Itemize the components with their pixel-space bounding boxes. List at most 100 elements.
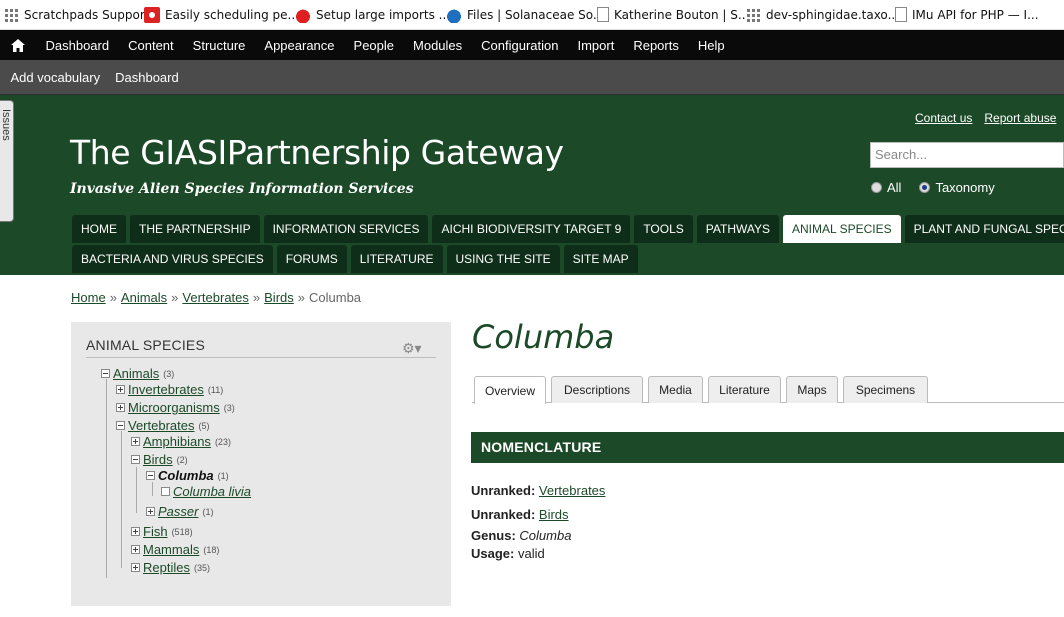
tree-node[interactable]: Microorganisms (3) [116,400,235,415]
nav-tab-site-map[interactable]: SITE MAP [563,245,638,273]
expand-icon[interactable] [131,527,140,536]
field-value-link[interactable]: Birds [539,507,569,522]
tab-media[interactable]: Media [648,376,703,403]
tree-node[interactable]: Mammals (18) [131,542,219,557]
admin-menu-people[interactable]: People [344,38,403,53]
tree-node[interactable]: Birds (2) [131,452,188,467]
tree-node[interactable]: Invertebrates (11) [116,382,223,397]
breadcrumb-separator: » [252,290,261,305]
nav-tab-forums[interactable]: FORUMS [276,245,347,273]
red-dice-icon [144,6,160,23]
breadcrumb-vertebrates[interactable]: Vertebrates [182,290,249,305]
nav-tab-bacteria-virus[interactable]: BACTERIA AND VIRUS SPECIES [72,245,273,273]
site-name[interactable]: The GIASIPartnership Gateway [70,133,564,172]
bookmark-item[interactable]: Easily scheduling pe... [144,6,299,23]
collapse-icon[interactable] [146,471,155,480]
tree-node-label[interactable]: Animals [113,366,159,381]
tree-node-label[interactable]: Columba [158,468,214,483]
admin-menu-reports[interactable]: Reports [624,38,689,53]
tree-node-current[interactable]: Columba (1) [146,468,229,483]
tree-line [121,431,122,568]
tree-node[interactable]: Fish (518) [131,524,193,539]
tree-node[interactable]: Vertebrates (5) [116,418,210,433]
leaf-icon [161,487,170,496]
radio-taxonomy[interactable]: Taxonomy [919,180,995,195]
bookmark-label: Files | Solanaceae So... [467,7,605,22]
bookmark-item[interactable]: Scratchpads Support [3,6,150,23]
tree-node[interactable]: Amphibians (23) [131,434,231,449]
expand-icon[interactable] [131,545,140,554]
tab-specimens[interactable]: Specimens [843,376,928,403]
field-value-link[interactable]: Vertebrates [539,483,606,498]
tree-node-label[interactable]: Columba livia [173,484,251,499]
tree-node-label[interactable]: Mammals [143,542,199,557]
expand-icon[interactable] [116,403,125,412]
breadcrumb-animals[interactable]: Animals [121,290,167,305]
tree-node-label[interactable]: Invertebrates [128,382,204,397]
tree-node-label[interactable]: Fish [143,524,168,539]
admin-menu-modules[interactable]: Modules [404,38,472,53]
tree-node-count: (35) [193,562,210,573]
bookmark-item[interactable]: Setup large imports ... [295,6,450,23]
admin-menu-configuration[interactable]: Configuration [472,38,568,53]
shortcut-add-vocabulary[interactable]: Add vocabulary [3,70,108,85]
nav-tab-tools[interactable]: TOOLS [634,215,693,243]
radio-all[interactable]: All [871,180,901,195]
tree-node-label[interactable]: Reptiles [143,560,190,575]
tree-node-label[interactable]: Microorganisms [128,400,220,415]
bookmark-item[interactable]: dev-sphingidae.taxo... [745,6,899,23]
bookmark-label: Katherine Bouton | S... [614,7,750,22]
tree-node[interactable]: Reptiles (35) [131,560,210,575]
admin-menu-dashboard[interactable]: Dashboard [36,38,119,53]
admin-menu-structure[interactable]: Structure [183,38,255,53]
admin-menu-help[interactable]: Help [688,38,734,53]
tree-node[interactable]: Columba livia [161,484,251,499]
report-abuse-link[interactable]: Report abuse [984,111,1056,125]
nav-tab-animal-species[interactable]: ANIMAL SPECIES [783,215,901,243]
bookmark-item[interactable]: IMu API for PHP — I... [895,7,1055,22]
breadcrumb-birds[interactable]: Birds [264,290,294,305]
nav-tab-home[interactable]: HOME [72,215,126,243]
tree-node-label[interactable]: Vertebrates [128,418,195,433]
expand-icon[interactable] [131,437,140,446]
nav-tab-information-services[interactable]: INFORMATION SERVICES [263,215,429,243]
tree-line [106,379,107,578]
expand-icon[interactable] [116,385,125,394]
tree-line [136,467,137,513]
expand-icon[interactable] [146,507,155,516]
nav-tab-using-site[interactable]: USING THE SITE [446,245,560,273]
shortcut-dashboard[interactable]: Dashboard [108,70,187,85]
bookmark-item[interactable]: Files | Solanaceae So... [446,6,604,23]
tab-overview[interactable]: Overview [474,376,546,404]
issues-tab[interactable]: Issues [0,100,14,222]
bookmark-item[interactable]: Katherine Bouton | S... [597,7,749,22]
tree-node[interactable]: Passer (1) [146,504,213,519]
admin-menu-import[interactable]: Import [568,38,624,53]
tree-node-label[interactable]: Birds [143,452,173,467]
field-value: Columba [519,528,572,543]
tree-node-label[interactable]: Amphibians [143,434,211,449]
nav-tab-literature[interactable]: LITERATURE [350,245,443,273]
nav-tab-plant-fungal-species[interactable]: PLANT AND FUNGAL SPECIES [904,215,1064,243]
search-input[interactable]: Search... [870,142,1064,168]
home-icon[interactable] [0,30,36,60]
nav-tab-aichi-target[interactable]: AICHI BIODIVERSITY TARGET 9 [432,215,631,243]
breadcrumb: Home» Animals» Vertebrates» Birds» Columba [71,290,361,305]
tree-node[interactable]: Animals (3) [101,366,174,381]
nav-tab-partnership[interactable]: THE PARTNERSHIP [130,215,260,243]
sidebar-block: ANIMAL SPECIES ⚙▾ Animals (3) Invertebrat… [71,322,451,606]
breadcrumb-home[interactable]: Home [71,290,106,305]
tab-maps[interactable]: Maps [786,376,838,403]
collapse-icon[interactable] [101,369,110,378]
breadcrumb-separator: » [109,290,117,305]
contact-us-link[interactable]: Contact us [915,111,972,125]
admin-menu-appearance[interactable]: Appearance [255,38,344,53]
admin-menu-content[interactable]: Content [119,38,184,53]
expand-icon[interactable] [131,563,140,572]
tree-node-label[interactable]: Passer [158,504,198,519]
collapse-icon[interactable] [116,421,125,430]
tab-literature[interactable]: Literature [708,376,781,403]
nav-tab-pathways[interactable]: PATHWAYS [696,215,780,243]
tab-descriptions[interactable]: Descriptions [551,376,643,403]
collapse-icon[interactable] [131,455,140,464]
